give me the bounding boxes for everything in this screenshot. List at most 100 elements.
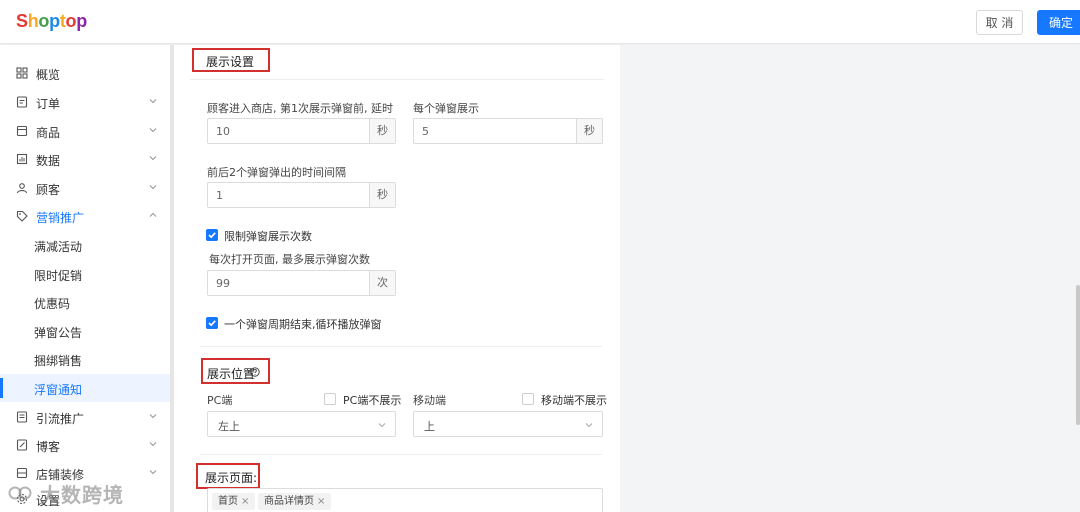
chevron-down-icon xyxy=(149,470,157,475)
sidebar-item-label: 引流推广 xyxy=(36,412,85,426)
preview-area xyxy=(620,45,1080,512)
sidebar-item-flash-sale[interactable]: 限时促销 xyxy=(0,260,170,288)
chevron-down-icon xyxy=(149,99,157,104)
chevron-up-icon xyxy=(149,212,157,217)
divider xyxy=(200,346,602,347)
sidebar-item-marketing[interactable]: 营销推广 xyxy=(0,202,170,230)
store-icon xyxy=(16,467,28,479)
help-icon[interactable] xyxy=(250,367,260,377)
interval-unit: 秒 xyxy=(369,183,395,207)
tag-label: 商品详情页 xyxy=(264,496,314,507)
loop-popup-label: 一个弹窗周期结束,循环播放弹窗 xyxy=(224,318,382,331)
settings-panel: 展示设置 顾客进入商店, 第1次展示弹窗前, 延时 10 秒 每个弹窗展示 5 … xyxy=(174,45,620,512)
top-header: Shoptop 取 消 确定 xyxy=(0,0,1080,44)
close-icon[interactable]: × xyxy=(241,496,249,507)
watermark-text: 大数跨境 xyxy=(40,482,124,507)
delay-unit: 秒 xyxy=(369,119,395,143)
each-popup-input[interactable]: 5 秒 xyxy=(413,118,603,144)
chevron-down-icon xyxy=(149,414,157,419)
sidebar-item-data[interactable]: 数据 xyxy=(0,145,170,173)
mobile-hide-label: 移动端不展示 xyxy=(541,394,607,407)
order-icon xyxy=(16,96,28,108)
sidebar-item-bundle-sale[interactable]: 捆绑销售 xyxy=(0,345,170,373)
pc-position-select[interactable]: 左上 xyxy=(207,411,396,437)
mobile-label: 移动端 xyxy=(413,394,446,407)
sidebar-item-customers[interactable]: 顾客 xyxy=(0,174,170,202)
cancel-button[interactable]: 取 消 xyxy=(976,10,1023,35)
sidebar-item-label: 弹窗公告 xyxy=(34,326,83,340)
page-scrollbar[interactable] xyxy=(1076,285,1080,425)
sidebar-item-label: 订单 xyxy=(36,97,61,111)
sidebar-item-label: 数据 xyxy=(36,154,61,168)
sidebar-item-traffic[interactable]: 引流推广 xyxy=(0,403,170,431)
tag-label: 首页 xyxy=(218,496,238,507)
logo-letter: p xyxy=(49,11,60,31)
section-title-pages: 展示页面: xyxy=(205,471,258,485)
limit-popup-label: 限制弹窗展示次数 xyxy=(224,230,312,243)
logo-letter: h xyxy=(27,11,39,31)
sidebar-item-blog[interactable]: 博客 xyxy=(0,431,170,459)
sidebar-item-coupon-code[interactable]: 优惠码 xyxy=(0,288,170,316)
delay-input[interactable]: 10 秒 xyxy=(207,118,396,144)
sidebar-item-full-reduction[interactable]: 满减活动 xyxy=(0,231,170,259)
sidebar-item-label: 概览 xyxy=(36,68,61,82)
sidebar-nav: 概览 订单 商品 数据 顾客 营销推广 满减活动 限时促销 优惠码 弹窗公告 捆… xyxy=(0,45,170,512)
checkmark-icon xyxy=(208,320,216,327)
sidebar-item-popup-notice[interactable]: 弹窗公告 xyxy=(0,317,170,345)
mobile-position-value: 上 xyxy=(424,420,435,433)
chevron-down-icon xyxy=(149,442,157,447)
chevron-down-icon xyxy=(149,128,157,133)
each-popup-value: 5 xyxy=(422,125,429,138)
user-icon xyxy=(16,183,28,194)
each-popup-label: 每个弹窗展示 xyxy=(413,102,479,115)
pc-hide-checkbox[interactable] xyxy=(324,393,336,405)
chevron-down-icon xyxy=(149,156,157,161)
tag-icon xyxy=(16,210,28,222)
sidebar-item-products[interactable]: 商品 xyxy=(0,117,170,145)
pc-hide-label: PC端不展示 xyxy=(343,394,402,407)
dashboard-icon xyxy=(16,67,28,79)
sidebar-item-floating-notice[interactable]: 浮窗通知 xyxy=(0,374,170,402)
logo-letter: o xyxy=(65,11,77,31)
mobile-hide-checkbox[interactable] xyxy=(522,393,534,405)
chevron-down-icon xyxy=(149,185,157,190)
limit-popup-checkbox[interactable] xyxy=(206,229,218,241)
sidebar-item-orders[interactable]: 订单 xyxy=(0,88,170,116)
loop-popup-checkbox[interactable] xyxy=(206,317,218,329)
product-icon xyxy=(16,125,28,137)
sidebar-item-label: 满减活动 xyxy=(34,240,83,254)
page-tag-home[interactable]: 首页 × xyxy=(212,493,256,510)
delay-label: 顾客进入商店, 第1次展示弹窗前, 延时 xyxy=(207,102,393,115)
sidebar-item-label: 捆绑销售 xyxy=(34,354,83,368)
divider xyxy=(190,79,604,80)
watermark: 大数跨境 xyxy=(8,481,124,507)
delay-value: 10 xyxy=(216,125,230,138)
mobile-position-select[interactable]: 上 xyxy=(413,411,603,437)
section-title-position: 展示位置 xyxy=(207,367,256,381)
sidebar-item-label: 博客 xyxy=(36,440,61,454)
pc-position-value: 左上 xyxy=(218,420,240,433)
traffic-icon xyxy=(16,411,28,423)
interval-input[interactable]: 1 秒 xyxy=(207,182,396,208)
chevron-down-icon xyxy=(585,423,593,428)
chart-icon xyxy=(16,153,28,165)
logo-letter: S xyxy=(16,11,28,31)
chevron-down-icon xyxy=(378,423,386,428)
pages-tag-input[interactable]: 首页 × 商品详情页 × xyxy=(207,488,603,512)
confirm-button[interactable]: 确定 xyxy=(1037,10,1080,35)
max-popups-value: 99 xyxy=(216,277,230,290)
each-popup-unit: 秒 xyxy=(576,119,602,143)
page-tag-product-detail[interactable]: 商品详情页 × xyxy=(258,493,332,510)
max-popups-label: 每次打开页面, 最多展示弹窗次数 xyxy=(209,253,370,266)
section-title-display-settings: 展示设置 xyxy=(206,55,255,69)
sidebar-item-label: 优惠码 xyxy=(34,297,71,311)
sidebar-item-label: 浮窗通知 xyxy=(34,383,83,397)
watermark-logo-icon xyxy=(8,486,32,500)
max-popups-input[interactable]: 99 次 xyxy=(207,270,396,296)
logo-letter: p xyxy=(76,11,87,31)
shoptop-logo[interactable]: Shoptop xyxy=(16,11,87,32)
interval-value: 1 xyxy=(216,189,223,202)
close-icon[interactable]: × xyxy=(317,496,325,507)
sidebar-item-overview[interactable]: 概览 xyxy=(0,59,170,87)
sidebar-item-label: 限时促销 xyxy=(34,269,83,283)
